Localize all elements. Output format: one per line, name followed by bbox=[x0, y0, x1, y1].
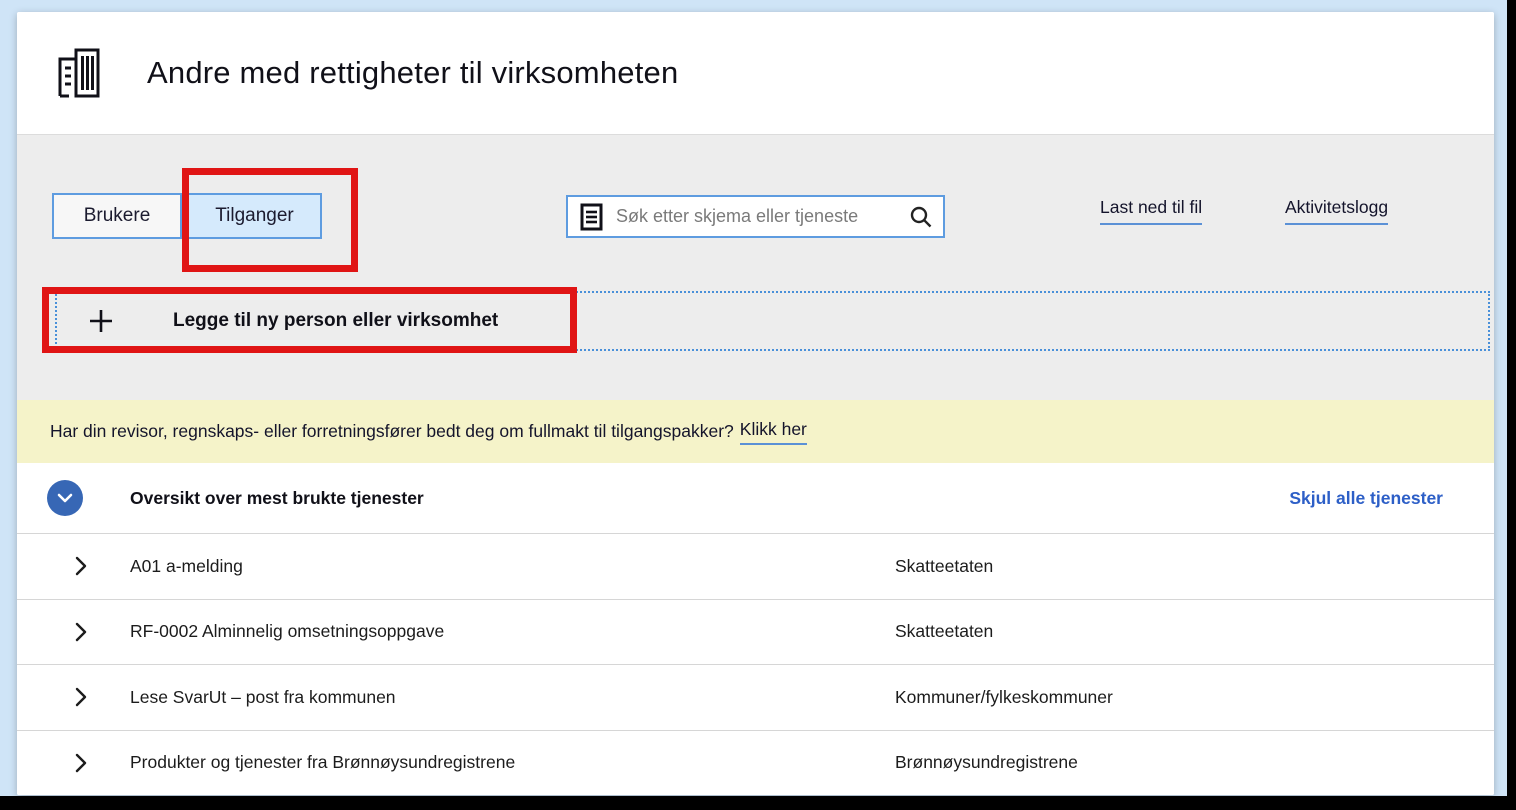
chevron-right-icon[interactable] bbox=[75, 622, 130, 642]
service-row[interactable]: Lese SvarUt – post fra kommunen Kommuner… bbox=[17, 664, 1494, 730]
plus-icon bbox=[89, 309, 113, 333]
screenshot-frame-bottom bbox=[0, 796, 1516, 810]
service-name: Produkter og tjenester fra Brønnøysundre… bbox=[130, 752, 895, 773]
add-person-button[interactable]: Legge til ny person eller virksomhet bbox=[55, 291, 1490, 351]
services-section: Oversikt over mest brukte tjenester Skju… bbox=[17, 463, 1494, 795]
tab-brukere[interactable]: Brukere bbox=[52, 193, 182, 239]
chevron-right-icon[interactable] bbox=[75, 753, 130, 773]
hide-all-services-link[interactable]: Skjul alle tjenester bbox=[1289, 488, 1443, 509]
activity-log-link[interactable]: Aktivitetslogg bbox=[1285, 197, 1388, 225]
service-name: A01 a-melding bbox=[130, 556, 895, 577]
klikk-her-link[interactable]: Klikk her bbox=[740, 419, 807, 445]
screenshot-frame-right bbox=[1507, 0, 1516, 810]
services-title: Oversikt over mest brukte tjenester bbox=[130, 488, 424, 509]
chevron-down-icon bbox=[57, 493, 73, 503]
page-header: Andre med rettigheter til virksomheten bbox=[17, 12, 1494, 134]
download-to-file-link[interactable]: Last ned til fil bbox=[1100, 197, 1202, 225]
chevron-right-icon[interactable] bbox=[75, 687, 130, 707]
page-title: Andre med rettigheter til virksomheten bbox=[147, 55, 678, 91]
notice-text: Har din revisor, regnskaps- eller forret… bbox=[50, 421, 734, 442]
toolbar: Brukere Tilganger Last ned til fil Aktiv… bbox=[17, 134, 1494, 400]
building-icon bbox=[55, 46, 109, 100]
tab-tilganger[interactable]: Tilganger bbox=[187, 193, 322, 239]
notice-bar: Har din revisor, regnskaps- eller forret… bbox=[17, 400, 1494, 463]
add-person-label: Legge til ny person eller virksomhet bbox=[173, 310, 498, 332]
document-icon bbox=[580, 203, 604, 231]
content-panel: Andre med rettigheter til virksomheten B… bbox=[17, 12, 1494, 795]
service-provider: Brønnøysundregistrene bbox=[895, 752, 1078, 773]
search-input[interactable] bbox=[616, 206, 909, 227]
service-row[interactable]: RF-0002 Alminnelig omsetningsoppgave Ska… bbox=[17, 599, 1494, 665]
service-provider: Skatteetaten bbox=[895, 556, 993, 577]
service-row[interactable]: Produkter og tjenester fra Brønnøysundre… bbox=[17, 730, 1494, 796]
service-row[interactable]: A01 a-melding Skatteetaten bbox=[17, 533, 1494, 599]
service-provider: Skatteetaten bbox=[895, 621, 993, 642]
service-name: Lese SvarUt – post fra kommunen bbox=[130, 687, 895, 708]
chevron-right-icon[interactable] bbox=[75, 556, 130, 576]
collapse-toggle[interactable] bbox=[47, 480, 83, 516]
service-provider: Kommuner/fylkeskommuner bbox=[895, 687, 1113, 708]
service-name: RF-0002 Alminnelig omsetningsoppgave bbox=[130, 621, 895, 642]
search-box[interactable] bbox=[566, 195, 945, 238]
services-header-row: Oversikt over mest brukte tjenester Skju… bbox=[17, 463, 1494, 533]
magnifier-icon[interactable] bbox=[909, 205, 933, 229]
